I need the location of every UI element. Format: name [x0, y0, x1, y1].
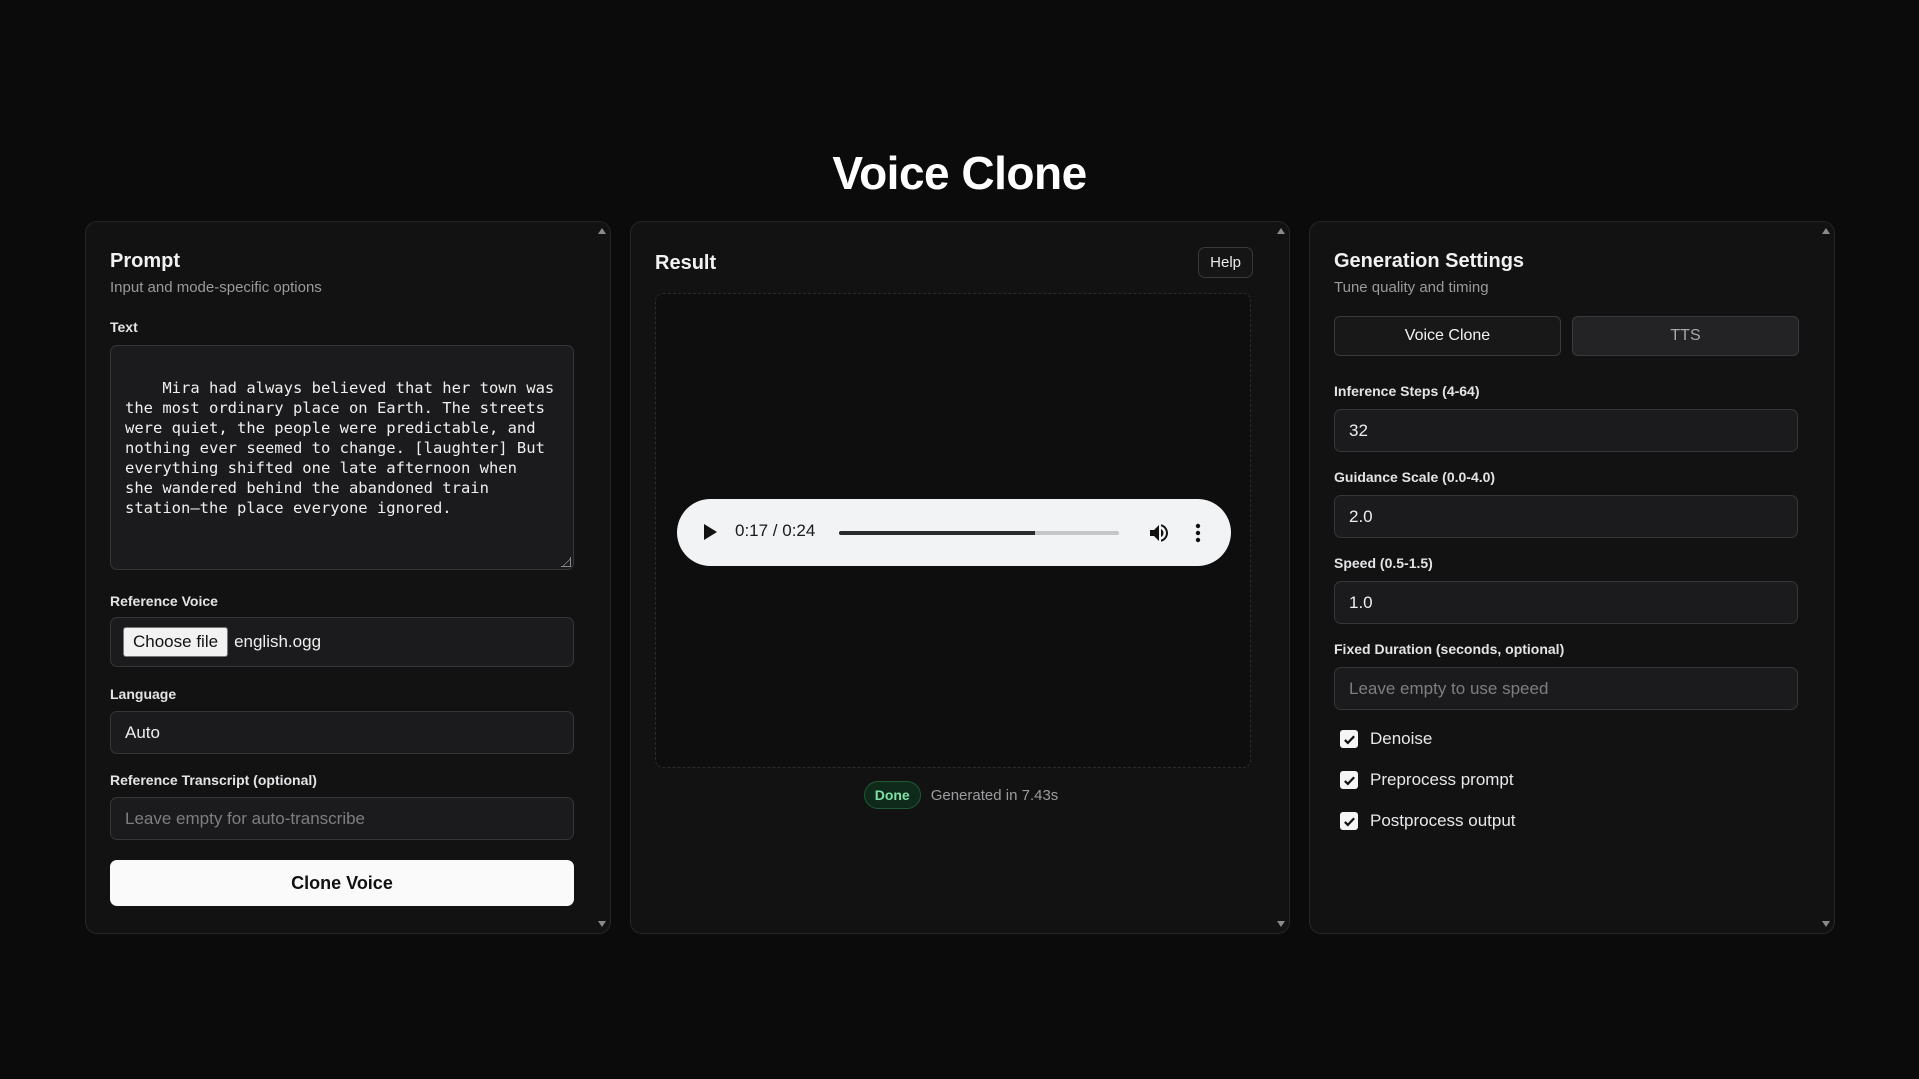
transcript-label: Reference Transcript (optional) — [110, 772, 317, 788]
check-icon — [1343, 734, 1355, 745]
preprocess-checkbox[interactable] — [1340, 771, 1358, 789]
scroll-up-icon[interactable] — [598, 228, 606, 234]
scroll-down-icon[interactable] — [598, 921, 606, 927]
prompt-panel: Prompt Input and mode-specific options T… — [85, 221, 611, 934]
scroll-up-icon[interactable] — [1822, 228, 1830, 234]
text-label: Text — [110, 319, 138, 335]
check-icon — [1343, 816, 1355, 827]
check-icon — [1343, 775, 1355, 786]
audio-player[interactable]: 0:17 / 0:24 — [677, 499, 1231, 566]
guidance-scale-input[interactable]: 2.0 — [1334, 495, 1798, 538]
audio-time: 0:17 / 0:24 — [735, 521, 816, 540]
inference-steps-label: Inference Steps (4-64) — [1334, 383, 1480, 399]
prompt-scrollbar[interactable] — [596, 222, 610, 933]
transcript-placeholder: Leave empty for auto-transcribe — [125, 808, 366, 828]
language-select[interactable]: Auto — [110, 711, 574, 754]
denoise-checkbox-row[interactable]: Denoise — [1340, 729, 1432, 749]
text-input[interactable]: Mira had always believed that her town w… — [110, 345, 574, 570]
help-button[interactable]: Help — [1198, 247, 1253, 278]
preprocess-label: Preprocess prompt — [1370, 770, 1514, 789]
choose-file-button[interactable]: Choose file — [123, 627, 229, 657]
postprocess-label: Postprocess output — [1370, 811, 1516, 830]
inference-steps-input[interactable]: 32 — [1334, 409, 1798, 452]
play-icon[interactable] — [704, 524, 717, 540]
result-heading: Result — [655, 252, 717, 274]
prompt-heading: Prompt — [110, 250, 180, 272]
volume-icon[interactable] — [1147, 521, 1171, 545]
status-row: Done Generated in 7.43s — [631, 781, 1291, 809]
preprocess-checkbox-row[interactable]: Preprocess prompt — [1340, 770, 1514, 790]
clone-voice-button[interactable]: Clone Voice — [110, 860, 574, 906]
fixed-duration-label: Fixed Duration (seconds, optional) — [1334, 641, 1565, 657]
reference-voice-file-input[interactable]: Choose file english.ogg — [110, 617, 574, 667]
denoise-checkbox[interactable] — [1340, 730, 1358, 748]
inference-steps-value: 32 — [1349, 420, 1368, 440]
more-options-icon[interactable] — [1195, 521, 1201, 545]
language-label: Language — [110, 686, 177, 702]
reference-voice-label: Reference Voice — [110, 593, 218, 609]
settings-scrollbar[interactable] — [1820, 222, 1834, 933]
denoise-label: Denoise — [1370, 729, 1433, 748]
audio-progress-bar[interactable] — [839, 531, 1119, 535]
postprocess-checkbox[interactable] — [1340, 812, 1358, 830]
postprocess-checkbox-row[interactable]: Postprocess output — [1340, 811, 1516, 831]
file-name: english.ogg — [234, 632, 322, 651]
speed-input[interactable]: 1.0 — [1334, 581, 1798, 624]
scroll-down-icon[interactable] — [1277, 921, 1285, 927]
settings-subtitle: Tune quality and timing — [1334, 279, 1489, 296]
text-input-value: Mira had always believed that her town w… — [125, 379, 555, 517]
transcript-input[interactable]: Leave empty for auto-transcribe — [110, 797, 574, 840]
result-panel: Result Help 0:17 / 0:24 Done Generated i… — [630, 221, 1290, 934]
tab-tts[interactable]: TTS — [1572, 316, 1799, 356]
guidance-scale-label: Guidance Scale (0.0-4.0) — [1334, 469, 1496, 485]
fixed-duration-placeholder: Leave empty to use speed — [1349, 678, 1549, 698]
resize-grip-icon[interactable] — [561, 557, 571, 567]
audio-progress-fill — [839, 531, 1035, 535]
page-title: Voice Clone — [832, 147, 1087, 199]
prompt-subtitle: Input and mode-specific options — [110, 279, 322, 296]
language-value: Auto — [125, 722, 160, 742]
speed-value: 1.0 — [1349, 592, 1373, 612]
fixed-duration-input[interactable]: Leave empty to use speed — [1334, 667, 1798, 710]
tab-voice-clone[interactable]: Voice Clone — [1334, 316, 1561, 356]
guidance-scale-value: 2.0 — [1349, 506, 1373, 526]
settings-panel: Generation Settings Tune quality and tim… — [1309, 221, 1835, 934]
settings-heading: Generation Settings — [1334, 250, 1525, 272]
scroll-up-icon[interactable] — [1277, 228, 1285, 234]
status-text: Generated in 7.43s — [930, 786, 1059, 804]
status-badge: Done — [863, 781, 921, 809]
scroll-down-icon[interactable] — [1822, 921, 1830, 927]
speed-label: Speed (0.5-1.5) — [1334, 555, 1433, 571]
result-area: 0:17 / 0:24 — [655, 293, 1251, 768]
result-scrollbar[interactable] — [1275, 222, 1289, 933]
